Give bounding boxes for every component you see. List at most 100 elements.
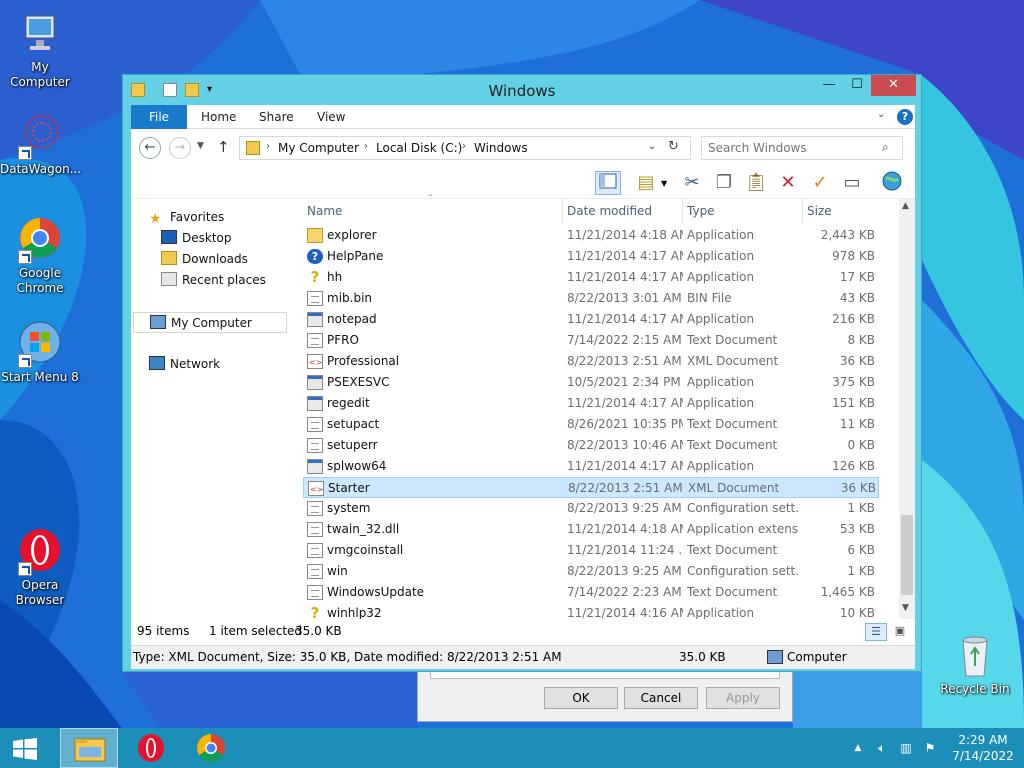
system-clock[interactable]: 2:29 AM 7/14/2022 [950, 732, 1016, 764]
scrollbar-thumb[interactable] [901, 515, 913, 595]
file-size: 2,443 KB [820, 228, 875, 242]
minimize-button[interactable]: — [815, 75, 843, 96]
start-button[interactable] [12, 738, 38, 760]
file-type: Text Document [687, 543, 778, 557]
desktop-icon-opera-browser[interactable]: Opera Browser [0, 528, 80, 608]
chevron-down-icon[interactable]: ⌄ [877, 109, 885, 120]
tab-home[interactable]: Home [191, 105, 246, 129]
large-icons-view-icon[interactable]: ▣ [889, 623, 911, 641]
file-row[interactable]: twain_32.dll 11/21/2014 4:18 AM Applicatio… [303, 519, 879, 540]
delete-icon[interactable]: ✕ [775, 171, 801, 195]
file-row[interactable]: system 8/22/2013 9:25 AM Configuration set… [303, 498, 879, 519]
recent-locations-chevron-icon[interactable]: ▼ [197, 141, 204, 151]
details-view-icon[interactable]: ☰ [865, 623, 887, 641]
file-row[interactable]: splwow64 11/21/2014 4:17 AM Application 126… [303, 456, 879, 477]
desktop-icon-recycle-bin[interactable]: Recycle Bin [935, 632, 1015, 697]
up-arrow-icon[interactable]: ↑ [217, 138, 230, 156]
breadcrumb-local-disk[interactable]: Local Disk (C:) [376, 141, 462, 155]
rename-check-icon[interactable]: ✓ [807, 171, 833, 195]
file-row[interactable]: PFRO 7/14/2022 2:15 AM Text Document 8 KB [303, 330, 879, 351]
file-size: 375 KB [832, 375, 875, 389]
file-row[interactable]: PSEXESVC 10/5/2021 2:34 PM Application 375 … [303, 372, 879, 393]
vertical-scrollbar[interactable]: ▲ ▼ [899, 199, 915, 619]
file-row[interactable]: setuperr 8/22/2013 10:46 AM Text Document 0… [303, 435, 879, 456]
back-button[interactable]: ← [139, 137, 161, 159]
tab-file[interactable]: File [131, 105, 187, 129]
properties-icon[interactable]: ▭ [839, 171, 865, 195]
nav-recent-places[interactable]: Recent places [161, 270, 266, 291]
nav-downloads[interactable]: Downloads [161, 249, 248, 270]
details-status-bar: Type: XML Document, Size: 35.0 KB, Date … [131, 645, 915, 669]
chevron-down-icon[interactable]: ▼ [661, 179, 667, 188]
nav-favorites[interactable]: ★ Favorites [149, 207, 224, 228]
file-row[interactable]: regedit 11/21/2014 4:17 AM Application 151 … [303, 393, 879, 414]
taskbar-opera[interactable] [122, 728, 180, 768]
desktop-icon-start-menu-8[interactable]: Start Menu 8 [0, 320, 80, 385]
refresh-icon[interactable]: ↻ [668, 139, 679, 154]
file-row[interactable]: win 8/22/2013 9:25 AM Configuration sett..… [303, 561, 879, 582]
file-row[interactable]: WindowsUpdate 7/14/2022 2:23 AM Text Docum… [303, 582, 879, 603]
tab-share[interactable]: Share [249, 105, 304, 129]
file-name: WindowsUpdate [327, 585, 425, 599]
computer-icon [150, 315, 166, 329]
folder-options-icon[interactable]: ▤ [633, 171, 659, 195]
file-name: setuperr [327, 438, 378, 452]
taskbar-chrome[interactable] [182, 728, 240, 768]
file-row[interactable]: ? HelpPane 11/21/2014 4:17 AM Application 97… [303, 246, 879, 267]
nav-label: Network [170, 357, 221, 371]
file-row[interactable]: explorer 11/21/2014 4:18 AM Application 2,4… [303, 225, 879, 246]
file-row[interactable]: Starter 8/22/2013 2:51 AM XML Document 36 K… [303, 477, 879, 500]
search-box[interactable]: ⌕ [701, 136, 903, 160]
column-date-modified[interactable]: Date modified [563, 199, 683, 223]
preview-pane-icon[interactable] [595, 171, 621, 195]
scroll-up-icon[interactable]: ▲ [902, 201, 909, 211]
file-row[interactable]: setupact 8/26/2021 10:35 PM Text Document 1… [303, 414, 879, 435]
paste-icon[interactable]: 📋︎ [743, 171, 769, 195]
show-hidden-icons-icon[interactable]: ▲ [850, 740, 866, 756]
action-center-flag-icon[interactable]: ⚑ [922, 740, 938, 756]
nav-desktop[interactable]: Desktop [161, 228, 232, 249]
nav-network[interactable]: Network [149, 354, 220, 375]
scroll-down-icon[interactable]: ▼ [902, 603, 909, 613]
chevron-down-icon[interactable]: ⌄ [648, 141, 656, 152]
volume-muted-icon[interactable]: 🔈︎ [874, 740, 890, 756]
file-type-icon [307, 585, 323, 600]
cut-icon[interactable]: ✂ [679, 171, 705, 195]
file-name: PSEXESVC [327, 375, 390, 389]
desktop-icon-my-computer[interactable]: My Computer [0, 10, 80, 90]
globe-icon[interactable] [879, 171, 905, 195]
taskbar-file-explorer[interactable] [60, 728, 118, 768]
search-input[interactable] [708, 140, 878, 156]
column-size[interactable]: Size [803, 199, 881, 223]
navigation-pane: ★ Favorites Desktop Downloads Recent plac… [131, 199, 297, 619]
help-icon[interactable]: ? [897, 109, 913, 125]
cancel-button[interactable]: Cancel [624, 687, 698, 709]
maximize-button[interactable]: ☐ [843, 75, 871, 96]
folder-icon [246, 141, 260, 155]
file-row[interactable]: mib.bin 8/22/2013 3:01 AM BIN File 43 KB [303, 288, 879, 309]
file-row[interactable]: notepad 11/21/2014 4:17 AM Application 216 … [303, 309, 879, 330]
breadcrumb-windows[interactable]: Windows [474, 141, 528, 155]
file-row[interactable]: ? hh 11/21/2014 4:17 AM Application 17 KB [303, 267, 879, 288]
desktop-icon-google-chrome[interactable]: Google Chrome [0, 216, 80, 296]
column-type[interactable]: Type [683, 199, 803, 223]
forward-button[interactable]: → [169, 137, 191, 159]
file-size: 8 KB [847, 333, 875, 347]
apply-button[interactable]: Apply [706, 687, 780, 709]
column-name[interactable]: Name [303, 199, 563, 223]
tab-view[interactable]: View [307, 105, 355, 129]
title-bar[interactable]: ▾ Windows — ☐ ✕ [123, 75, 921, 105]
address-bar[interactable]: › My Computer › Local Disk (C:) › Window… [239, 136, 691, 160]
file-row[interactable]: vmgcoinstall 11/21/2014 11:24 ... Text Doc… [303, 540, 879, 561]
file-date-modified: 8/22/2013 2:51 AM [568, 481, 683, 495]
search-icon[interactable]: ⌕ [882, 140, 889, 155]
network-icon[interactable]: ▥ [898, 740, 914, 756]
desktop-icon-datawagon[interactable]: DataWagon... [0, 112, 81, 177]
close-button[interactable]: ✕ [871, 75, 916, 96]
ok-button[interactable]: OK [544, 687, 618, 709]
copy-icon[interactable]: ❐ [711, 171, 737, 195]
nav-my-computer[interactable]: My Computer [133, 312, 287, 333]
file-date-modified: 10/5/2021 2:34 PM [567, 375, 681, 389]
breadcrumb-my-computer[interactable]: My Computer [278, 141, 359, 155]
file-row[interactable]: Professional 8/22/2013 2:51 AM XML Documen… [303, 351, 879, 373]
